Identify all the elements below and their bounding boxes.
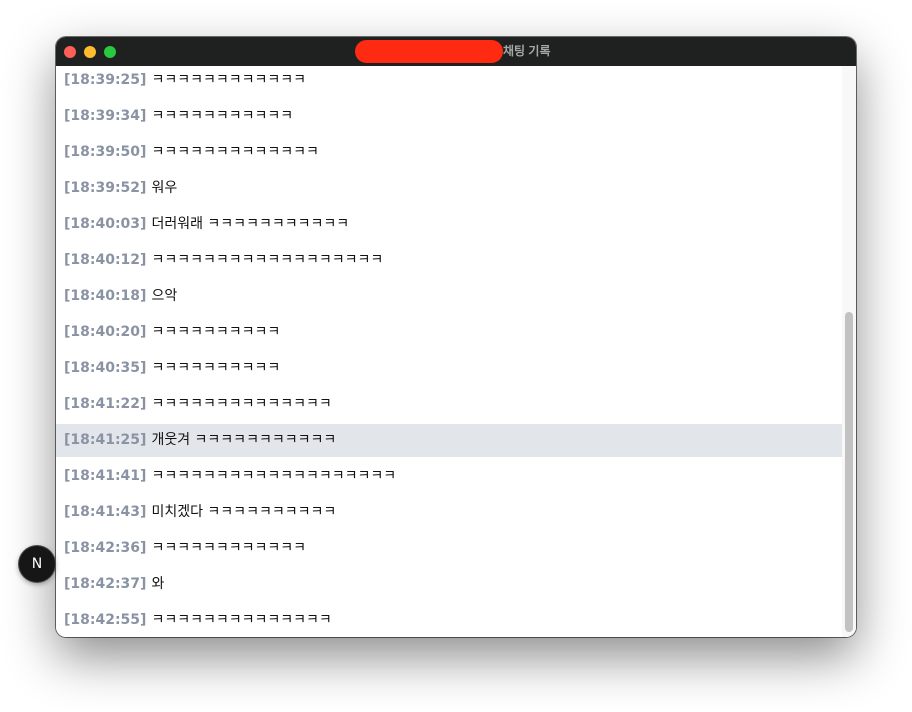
message-timestamp: [18:39:50] [64, 144, 147, 160]
message-row[interactable]: [18:40:18] 으악 [56, 282, 842, 315]
n-badge-button[interactable]: N [19, 546, 55, 582]
scrollbar[interactable] [842, 66, 856, 637]
message-row[interactable]: [18:40:35] ㅋㅋㅋㅋㅋㅋㅋㅋㅋㅋ [56, 354, 842, 387]
message-timestamp: [18:42:37] [64, 576, 147, 592]
message-timestamp: [18:39:34] [64, 108, 147, 124]
close-button[interactable] [64, 46, 76, 58]
message-row[interactable]: [18:39:34] ㅋㅋㅋㅋㅋㅋㅋㅋㅋㅋㅋ [56, 102, 842, 135]
message-row[interactable]: [18:42:37] 와 [56, 570, 842, 603]
message-row[interactable]: [18:39:50] ㅋㅋㅋㅋㅋㅋㅋㅋㅋㅋㅋㅋㅋ [56, 138, 842, 171]
message-text: 미치겠다 ㅋㅋㅋㅋㅋㅋㅋㅋㅋㅋ [151, 504, 337, 520]
message-text: ㅋㅋㅋㅋㅋㅋㅋㅋㅋㅋ [151, 324, 281, 340]
message-text: 와 [151, 576, 165, 592]
message-row[interactable]: [18:40:03] 더러워래 ㅋㅋㅋㅋㅋㅋㅋㅋㅋㅋㅋ [56, 210, 842, 243]
window-title: 채팅 기록 [503, 44, 551, 58]
message-row[interactable]: [18:42:36] ㅋㅋㅋㅋㅋㅋㅋㅋㅋㅋㅋㅋ [56, 534, 842, 567]
chat-history-window: 채팅 기록 [18:39:25] ㅋㅋㅋㅋㅋㅋㅋㅋㅋㅋㅋㅋ [18:39:34] ㅋㅋ… [56, 37, 856, 637]
message-row[interactable]: [18:41:43] 미치겠다 ㅋㅋㅋㅋㅋㅋㅋㅋㅋㅋ [56, 498, 842, 531]
chat-log[interactable]: [18:39:25] ㅋㅋㅋㅋㅋㅋㅋㅋㅋㅋㅋㅋ [18:39:34] ㅋㅋㅋㅋㅋㅋㅋㅋ… [56, 66, 856, 637]
message-row[interactable]: [18:41:22] ㅋㅋㅋㅋㅋㅋㅋㅋㅋㅋㅋㅋㅋㅋ [56, 390, 842, 423]
message-timestamp: [18:40:20] [64, 324, 147, 340]
message-text: 워우 [151, 180, 178, 196]
message-text: 개웃겨 ㅋㅋㅋㅋㅋㅋㅋㅋㅋㅋㅋ [151, 432, 337, 448]
message-text: ㅋㅋㅋㅋㅋㅋㅋㅋㅋㅋㅋㅋㅋㅋㅋㅋㅋㅋㅋ [151, 468, 397, 484]
message-row[interactable]: [18:40:20] ㅋㅋㅋㅋㅋㅋㅋㅋㅋㅋ [56, 318, 842, 351]
message-timestamp: [18:40:18] [64, 288, 147, 304]
minimize-button[interactable] [84, 46, 96, 58]
message-timestamp: [18:41:41] [64, 468, 147, 484]
message-timestamp: [18:40:03] [64, 216, 147, 232]
message-row[interactable]: [18:41:25] 개웃겨 ㅋㅋㅋㅋㅋㅋㅋㅋㅋㅋㅋ [56, 424, 842, 457]
message-text: ㅋㅋㅋㅋㅋㅋㅋㅋㅋㅋㅋㅋㅋㅋ [151, 612, 332, 628]
message-row[interactable]: [18:40:12] ㅋㅋㅋㅋㅋㅋㅋㅋㅋㅋㅋㅋㅋㅋㅋㅋㅋㅋ [56, 246, 842, 279]
message-timestamp: [18:39:25] [64, 72, 147, 88]
scrollbar-thumb[interactable] [845, 312, 853, 632]
message-timestamp: [18:41:22] [64, 396, 147, 412]
message-text: ㅋㅋㅋㅋㅋㅋㅋㅋㅋㅋ [151, 360, 281, 376]
message-timestamp: [18:40:35] [64, 360, 147, 376]
message-row[interactable]: [18:39:25] ㅋㅋㅋㅋㅋㅋㅋㅋㅋㅋㅋㅋ [56, 66, 842, 99]
message-timestamp: [18:41:25] [64, 432, 147, 448]
message-text: ㅋㅋㅋㅋㅋㅋㅋㅋㅋㅋㅋㅋㅋ [151, 144, 319, 160]
message-row[interactable]: [18:41:41] ㅋㅋㅋㅋㅋㅋㅋㅋㅋㅋㅋㅋㅋㅋㅋㅋㅋㅋㅋ [56, 462, 842, 495]
message-timestamp: [18:39:52] [64, 180, 147, 196]
message-row[interactable]: [18:39:52] 워우 [56, 174, 842, 207]
redacted-title-block [355, 40, 503, 63]
message-text: ㅋㅋㅋㅋㅋㅋㅋㅋㅋㅋㅋㅋㅋㅋㅋㅋㅋㅋ [151, 252, 384, 268]
message-timestamp: [18:41:43] [64, 504, 147, 520]
message-timestamp: [18:42:55] [64, 612, 147, 628]
message-row[interactable]: [18:42:55] ㅋㅋㅋㅋㅋㅋㅋㅋㅋㅋㅋㅋㅋㅋ [56, 606, 842, 637]
message-text: 더러워래 ㅋㅋㅋㅋㅋㅋㅋㅋㅋㅋㅋ [151, 216, 350, 232]
message-timestamp: [18:40:12] [64, 252, 147, 268]
maximize-button[interactable] [104, 46, 116, 58]
message-timestamp: [18:42:36] [64, 540, 147, 556]
message-text: 으악 [151, 288, 178, 304]
title-bar[interactable]: 채팅 기록 [56, 37, 856, 66]
message-text: ㅋㅋㅋㅋㅋㅋㅋㅋㅋㅋㅋㅋ [151, 540, 307, 556]
message-text: ㅋㅋㅋㅋㅋㅋㅋㅋㅋㅋㅋㅋㅋㅋ [151, 396, 332, 412]
message-text: ㅋㅋㅋㅋㅋㅋㅋㅋㅋㅋㅋ [151, 108, 294, 124]
message-text: ㅋㅋㅋㅋㅋㅋㅋㅋㅋㅋㅋㅋ [151, 72, 307, 88]
